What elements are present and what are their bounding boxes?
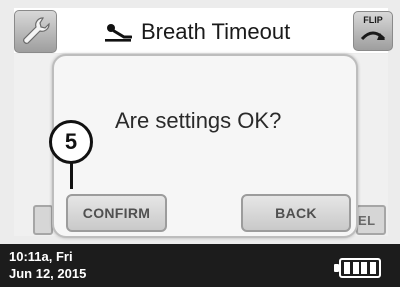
wrench-icon (23, 17, 50, 44)
header-title: Breath Timeout (104, 18, 290, 46)
page-title: Breath Timeout (141, 19, 291, 44)
callout-number: 5 (49, 120, 93, 164)
battery-bar (344, 262, 351, 274)
confirm-button[interactable]: CONFIRM (66, 194, 167, 232)
battery-bar (352, 262, 359, 274)
callout-pointer (70, 163, 73, 189)
background-button-left (33, 205, 53, 235)
device-screen: Breath Timeout FLIP EL Are settings OK? … (0, 0, 400, 287)
battery-bar (361, 262, 368, 274)
battery-bar (369, 262, 376, 274)
back-button[interactable]: BACK (241, 194, 351, 232)
dialog-message: Are settings OK? (115, 108, 282, 133)
flip-arrow-icon (360, 31, 386, 41)
settings-button[interactable] (14, 10, 57, 53)
background-button-right-label: EL (358, 213, 376, 228)
status-date: Jun 12, 2015 (9, 266, 87, 281)
person-lying-icon (105, 24, 132, 42)
battery-icon (339, 258, 381, 278)
flip-button[interactable]: FLIP (353, 11, 393, 51)
status-time: 10:11a, Fri (9, 249, 73, 264)
background-button-right: EL (356, 205, 386, 235)
